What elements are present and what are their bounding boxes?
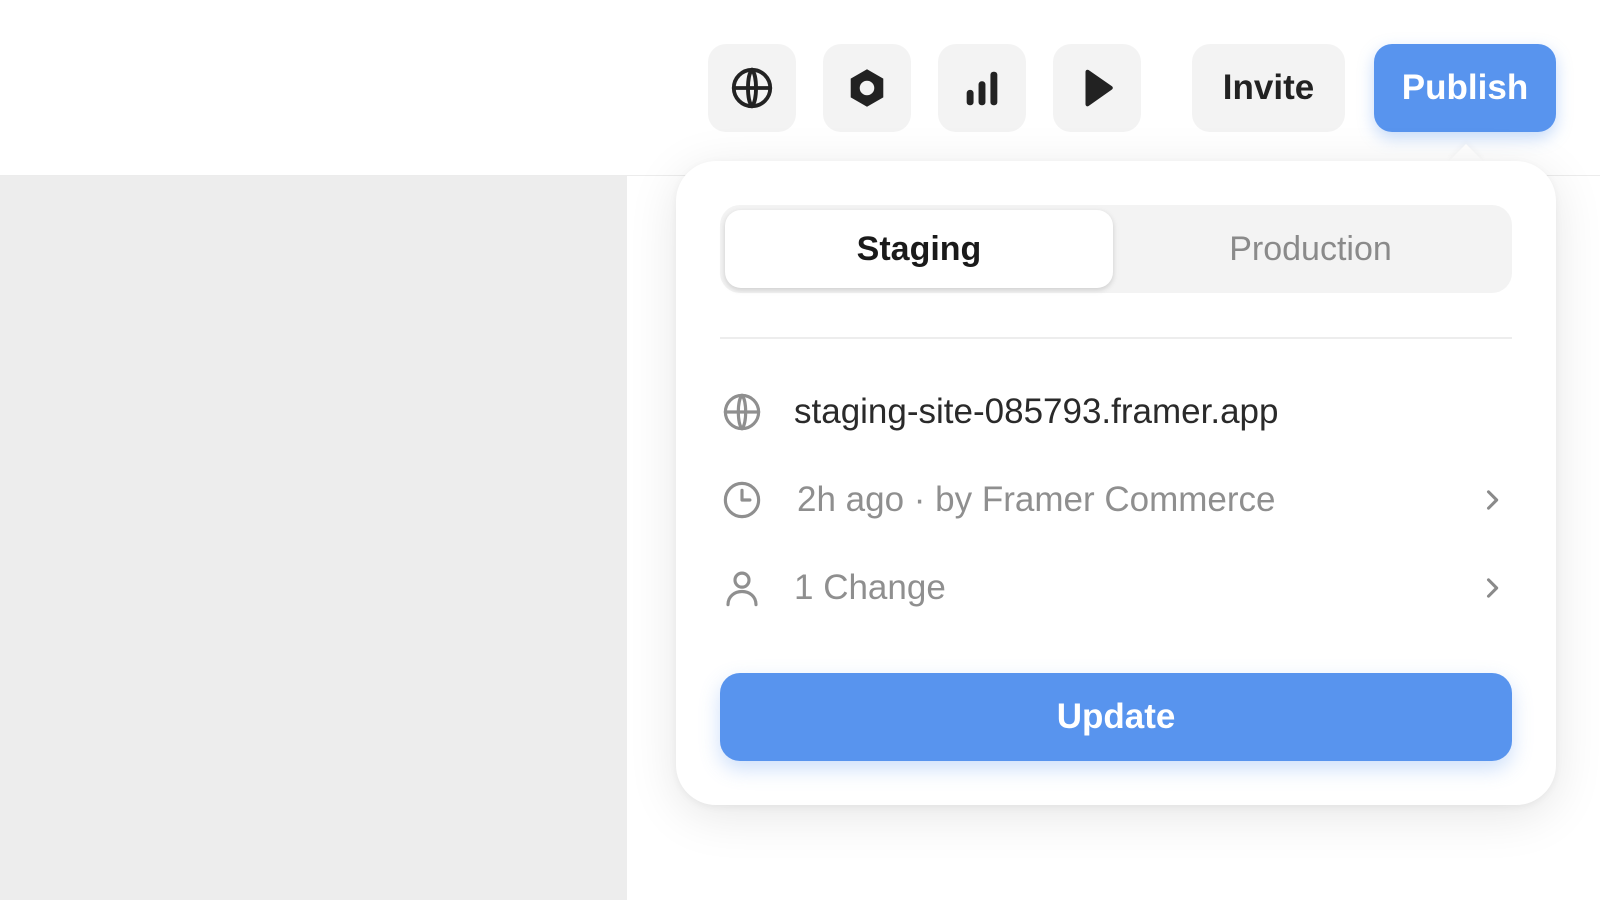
update-button[interactable]: Update (720, 673, 1512, 761)
globe-button[interactable] (708, 44, 796, 132)
settings-hexagon-button[interactable] (823, 44, 911, 132)
canvas-area (0, 176, 627, 900)
invite-button[interactable]: Invite (1192, 44, 1345, 132)
hexagon-icon (850, 69, 884, 107)
play-icon (1085, 69, 1113, 107)
top-toolbar: Invite Publish (0, 0, 1600, 176)
preview-play-button[interactable] (1053, 44, 1141, 132)
changes-row[interactable]: 1 Change (720, 558, 1512, 618)
chevron-right-icon (1486, 578, 1499, 598)
environment-segmented-control: Staging Production (720, 205, 1512, 293)
last-published-text: 2h ago · by Framer Commerce (797, 480, 1276, 519)
clock-icon (720, 478, 764, 522)
changes-count: 1 Change (794, 568, 946, 607)
tab-production[interactable]: Production (1113, 210, 1508, 288)
divider (720, 337, 1512, 339)
publish-button[interactable]: Publish (1374, 44, 1556, 132)
globe-icon (731, 67, 773, 109)
site-url[interactable]: staging-site-085793.framer.app (794, 392, 1278, 432)
analytics-button[interactable] (938, 44, 1026, 132)
user-icon (720, 566, 764, 610)
publish-popover: Staging Production staging-site-085793.f… (676, 161, 1556, 805)
chevron-right-icon (1486, 490, 1499, 510)
bar-chart-icon (966, 71, 998, 106)
tab-staging[interactable]: Staging (725, 210, 1113, 288)
site-url-row: staging-site-085793.framer.app (720, 382, 1512, 442)
globe-icon (720, 390, 764, 434)
publish-history-row[interactable]: 2h ago · by Framer Commerce (720, 470, 1512, 530)
